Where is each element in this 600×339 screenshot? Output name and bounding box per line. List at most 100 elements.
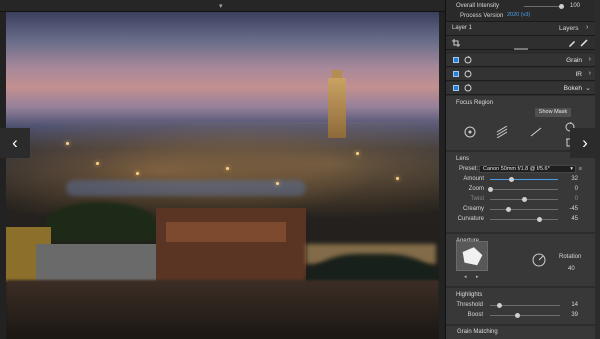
- crop-icon[interactable]: [452, 39, 460, 47]
- bokeh-light: [356, 152, 359, 155]
- overall-intensity-track[interactable]: [524, 6, 562, 7]
- slider-label: Curvature: [457, 216, 484, 222]
- chevron-right-icon[interactable]: ▸: [476, 274, 479, 280]
- bokeh-light: [276, 182, 279, 185]
- layer-name[interactable]: Layer 1: [452, 25, 472, 31]
- filter-row-grain[interactable]: Grain ›: [446, 54, 596, 67]
- preset-menu-icon[interactable]: ≡: [579, 166, 582, 172]
- filter-toggle[interactable]: [453, 71, 459, 77]
- bokeh-light: [96, 162, 99, 165]
- slider-label: Twist: [470, 196, 484, 202]
- panel-scrollbar[interactable]: [595, 0, 600, 339]
- preset-label: Preset:: [459, 166, 479, 172]
- chevron-down-icon: ▾: [570, 166, 573, 172]
- slider-knob[interactable]: [521, 197, 527, 202]
- slider-knob[interactable]: [497, 303, 503, 308]
- canvas-top-bar: ▾: [0, 0, 445, 12]
- slider-value: 0: [574, 186, 578, 192]
- slider-value: 0: [574, 196, 578, 202]
- bokeh-light: [226, 167, 229, 170]
- rotation-value: 40: [568, 266, 575, 272]
- slider-value: 14: [571, 302, 578, 308]
- previous-image-button[interactable]: ‹: [0, 128, 30, 158]
- slider-value: 32: [571, 176, 578, 182]
- bokeh-light: [136, 172, 139, 175]
- grain-matching-title: Grain Matching: [457, 329, 498, 335]
- overall-intensity-label: Overall Intensity: [456, 3, 500, 9]
- slider-fill: [511, 179, 558, 180]
- filter-row-bokeh[interactable]: Bokeh ⌄: [446, 82, 596, 95]
- filter-row-ir[interactable]: IR ›: [446, 68, 596, 81]
- chevron-right-icon[interactable]: ›: [586, 24, 588, 31]
- grain-matching-section: Grain Matching: [446, 326, 596, 339]
- grey-roof: [36, 244, 156, 284]
- slider-knob[interactable]: [514, 313, 520, 318]
- slider-track[interactable]: [490, 315, 560, 316]
- lens-title: Lens: [456, 156, 470, 162]
- focus-linear-icon[interactable]: [496, 126, 508, 138]
- sync-icon[interactable]: [464, 70, 472, 78]
- chevron-right-icon[interactable]: ›: [589, 70, 591, 77]
- pen-icon[interactable]: [580, 39, 588, 47]
- layers-bar: Layer 1 Layers ›: [446, 22, 596, 36]
- overall-intensity-knob[interactable]: [559, 4, 564, 9]
- pentagon-icon: [462, 247, 483, 266]
- next-image-button[interactable]: ›: [570, 128, 600, 158]
- slider-label: Creamy: [462, 206, 484, 212]
- highlights-title: Highlights: [456, 292, 483, 298]
- chevron-right-icon: ›: [582, 133, 588, 152]
- filter-name: Bokeh: [563, 85, 582, 92]
- chevron-left-icon[interactable]: ◂: [464, 274, 467, 280]
- preset-value: Canon 50mm f/1.8 @ f/5.6*: [483, 166, 550, 172]
- slider-knob[interactable]: [506, 207, 512, 212]
- show-mask-button[interactable]: Show Mask: [535, 108, 571, 117]
- rotation-label: Rotation: [559, 254, 582, 260]
- panel-resize-grip[interactable]: [514, 48, 528, 50]
- slider-value: -45: [569, 206, 578, 212]
- photo-preview[interactable]: [6, 12, 439, 339]
- slider-value: 45: [571, 216, 578, 222]
- aperture-shape-picker[interactable]: [456, 241, 488, 271]
- filter-name: IR: [575, 71, 583, 78]
- filter-toggle[interactable]: [453, 85, 459, 91]
- rotation-dial[interactable]: [532, 253, 546, 267]
- focus-region-title: Focus Region: [456, 100, 494, 106]
- slider-label: Boost: [467, 312, 483, 318]
- sync-icon[interactable]: [464, 56, 472, 64]
- sync-icon[interactable]: [464, 84, 472, 92]
- brush-icon[interactable]: [568, 39, 576, 47]
- process-version-select[interactable]: 2020 (v3): [504, 12, 538, 20]
- chevron-left-icon: ‹: [12, 133, 18, 152]
- overall-intensity-value: 100: [570, 3, 581, 9]
- slider-label: Amount: [463, 176, 484, 182]
- filter-toggle[interactable]: [453, 57, 459, 63]
- preset-select[interactable]: Canon 50mm f/1.8 @ f/5.6* ▾: [479, 165, 576, 173]
- lens-section: Lens Preset: Canon 50mm f/1.8 @ f/5.6* ▾…: [446, 152, 596, 232]
- river-reflection: [66, 180, 306, 196]
- chevron-down-icon[interactable]: ▾: [219, 2, 223, 10]
- slider-row: Curvature 45: [446, 215, 596, 226]
- highlights-section: Highlights Threshold 14 Boost 39: [446, 288, 596, 324]
- image-canvas[interactable]: ▾: [0, 0, 445, 339]
- slider-knob[interactable]: [509, 177, 515, 182]
- slider-knob[interactable]: [487, 187, 493, 192]
- brick-building: [156, 208, 306, 288]
- chevron-right-icon[interactable]: ›: [589, 56, 591, 63]
- slider-label: Zoom: [468, 186, 484, 192]
- slider-track[interactable]: [490, 219, 558, 220]
- slider-track[interactable]: [490, 189, 558, 190]
- process-version-label: Process Version: [460, 13, 504, 19]
- settings-panel: Overall Intensity 100 Process Version 20…: [445, 0, 596, 339]
- chevron-down-icon[interactable]: ⌄: [585, 84, 591, 92]
- filter-name: Grain: [566, 57, 582, 64]
- focus-tilt-icon[interactable]: [530, 126, 542, 138]
- layers-menu[interactable]: Layers: [559, 25, 579, 32]
- slider-track[interactable]: [490, 209, 558, 210]
- tree-cluster: [46, 202, 156, 242]
- bokeh-light: [396, 177, 399, 180]
- slider-row: Boost 39: [446, 311, 596, 322]
- foreground-blur: [6, 280, 439, 339]
- focus-circle-icon[interactable]: [464, 126, 476, 138]
- global-settings: Overall Intensity 100 Process Version 20…: [446, 0, 596, 22]
- slider-knob[interactable]: [536, 217, 542, 222]
